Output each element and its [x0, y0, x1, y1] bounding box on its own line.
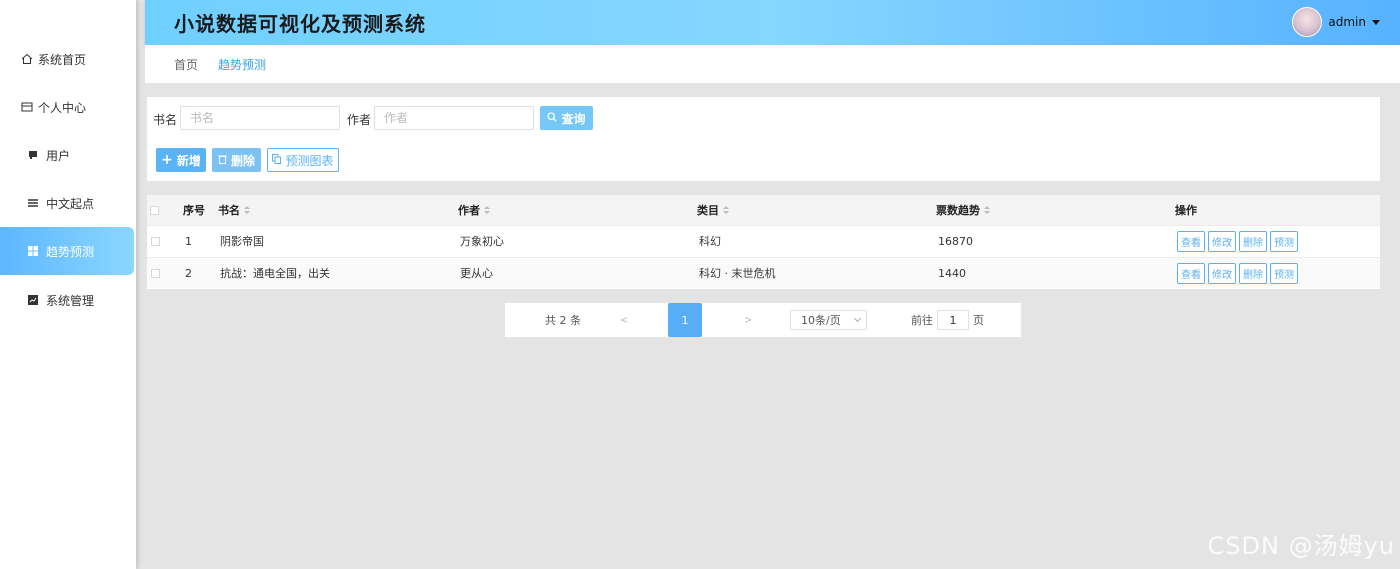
add-button[interactable]: + 新增 [156, 148, 206, 172]
current-page[interactable]: 1 [668, 303, 702, 337]
breadcrumb: 首页 趋势预测 [145, 45, 1400, 83]
user-name[interactable]: admin [1328, 15, 1366, 29]
row-votes: 1440 [938, 266, 966, 280]
sort-icon[interactable] [244, 206, 250, 214]
row-delete-button[interactable]: 删除 [1239, 262, 1267, 284]
user-icon [26, 148, 40, 162]
delete-button[interactable]: 删除 [212, 148, 261, 172]
row-actions: 查看 修改 删除 预测 [1177, 258, 1298, 288]
menu-icon [26, 196, 40, 210]
col-votes[interactable]: 票数趋势 [936, 195, 990, 225]
sort-icon[interactable] [484, 206, 490, 214]
row-book: 阴影帝国 [220, 235, 264, 248]
sidebar-item-label: 系统首页 [38, 52, 87, 67]
sort-icon[interactable] [984, 206, 990, 214]
book-label: 书名 [153, 113, 178, 127]
goto-page-input[interactable] [937, 310, 969, 330]
author-input[interactable] [374, 106, 534, 130]
predict-button[interactable]: 预测 [1270, 230, 1298, 252]
page-jump: 前往 页 [911, 303, 984, 337]
row-author: 万象初心 [460, 235, 504, 248]
sidebar-item-label: 趋势预测 [46, 244, 95, 259]
view-button[interactable]: 查看 [1177, 262, 1205, 284]
sidebar-item-system[interactable]: 系统管理 [0, 276, 134, 324]
query-button[interactable]: 查询 [540, 106, 593, 130]
home-icon [20, 52, 34, 66]
search-panel: 书名 作者 查询 + 新增 删除 预测图表 [147, 97, 1380, 181]
row-votes: 16870 [938, 234, 973, 248]
col-book[interactable]: 书名 [218, 195, 250, 225]
watermark: CSDN @汤姆yu [1207, 532, 1395, 560]
predict-chart-label: 预测图表 [285, 153, 334, 168]
tab-home[interactable]: 首页 [174, 56, 198, 73]
user-menu[interactable]: admin [1292, 7, 1380, 37]
next-page-button[interactable]: > [744, 303, 752, 337]
sidebar-item-label: 用户 [46, 148, 71, 163]
grid-icon [26, 244, 40, 258]
table-header: 序号 书名 作者 类目 票数趋势 操作 [147, 195, 1380, 225]
app-header: 小说数据可视化及预测系统 admin [145, 0, 1400, 45]
search-icon [547, 111, 558, 125]
delete-button-label: 删除 [230, 153, 255, 168]
col-author[interactable]: 作者 [458, 195, 490, 225]
query-button-label: 查询 [561, 111, 586, 126]
row-index: 2 [185, 266, 192, 280]
sort-icon[interactable] [723, 206, 729, 214]
row-index: 1 [185, 234, 192, 248]
edit-button[interactable]: 修改 [1208, 262, 1236, 284]
add-button-label: 新增 [176, 153, 201, 168]
row-author: 更从心 [460, 267, 493, 280]
app-title: 小说数据可视化及预测系统 [174, 12, 426, 36]
page-unit-label: 页 [973, 314, 984, 327]
row-category: 科幻 · 末世危机 [699, 267, 776, 280]
sidebar-item-trend[interactable]: 趋势预测 [0, 227, 134, 275]
tab-trend[interactable]: 趋势预测 [218, 56, 266, 73]
sidebar-item-label: 中文起点 [46, 196, 95, 211]
sidebar-item-label: 个人中心 [38, 100, 87, 115]
plus-icon: + [161, 152, 173, 168]
prev-page-button[interactable]: < [620, 303, 628, 337]
col-actions: 操作 [1175, 204, 1197, 217]
card-icon [20, 100, 34, 114]
col-votes-label: 票数趋势 [936, 204, 980, 217]
row-checkbox[interactable] [151, 226, 160, 256]
predict-chart-button[interactable]: 预测图表 [267, 148, 339, 172]
view-button[interactable]: 查看 [1177, 230, 1205, 252]
sidebar-item-home[interactable]: 系统首页 [0, 35, 134, 83]
sidebar: 系统首页 个人中心 用户 中文起点 趋势预测 系统管理 [0, 0, 136, 569]
sidebar-item-users[interactable]: 用户 [0, 131, 134, 179]
chevron-down-icon [853, 314, 861, 323]
row-book: 抗战：通电全国，出关 [220, 267, 330, 280]
row-checkbox[interactable] [151, 258, 160, 288]
book-input[interactable] [180, 106, 340, 130]
row-category: 科幻 [699, 235, 721, 248]
table-row[interactable]: 1 阴影帝国 万象初心 科幻 16870 查看 修改 删除 预测 [147, 225, 1380, 256]
goto-label: 前往 [911, 314, 933, 327]
row-actions: 查看 修改 删除 预测 [1177, 226, 1298, 256]
predict-button[interactable]: 预测 [1270, 262, 1298, 284]
copy-icon [272, 153, 282, 167]
sidebar-item-profile[interactable]: 个人中心 [0, 83, 134, 131]
sidebar-item-qidian[interactable]: 中文起点 [0, 179, 134, 227]
col-author-label: 作者 [458, 204, 480, 217]
col-category-label: 类目 [697, 204, 719, 217]
chart-icon [26, 293, 40, 307]
table-row[interactable]: 2 抗战：通电全国，出关 更从心 科幻 · 末世危机 1440 查看 修改 删除… [147, 257, 1380, 288]
avatar[interactable] [1292, 7, 1323, 37]
select-all-checkbox[interactable] [150, 195, 159, 225]
col-book-label: 书名 [218, 204, 240, 217]
data-table: 序号 书名 作者 类目 票数趋势 操作 1 阴影帝国 万象初心 科幻 16870… [147, 195, 1380, 289]
col-category[interactable]: 类目 [697, 195, 729, 225]
page-size-select[interactable]: 10条/页 [790, 303, 867, 337]
sidebar-item-label: 系统管理 [46, 293, 95, 308]
author-label: 作者 [347, 113, 372, 127]
page-size-value: 10条/页 [801, 314, 841, 327]
total-count: 共 2 条 [545, 314, 581, 327]
col-index: 序号 [183, 204, 205, 217]
edit-button[interactable]: 修改 [1208, 230, 1236, 252]
pagination: 共 2 条 < 1 > 10条/页 前往 页 [505, 303, 1021, 337]
chevron-down-icon[interactable] [1372, 19, 1380, 25]
trash-icon [217, 153, 227, 167]
row-delete-button[interactable]: 删除 [1239, 230, 1267, 252]
